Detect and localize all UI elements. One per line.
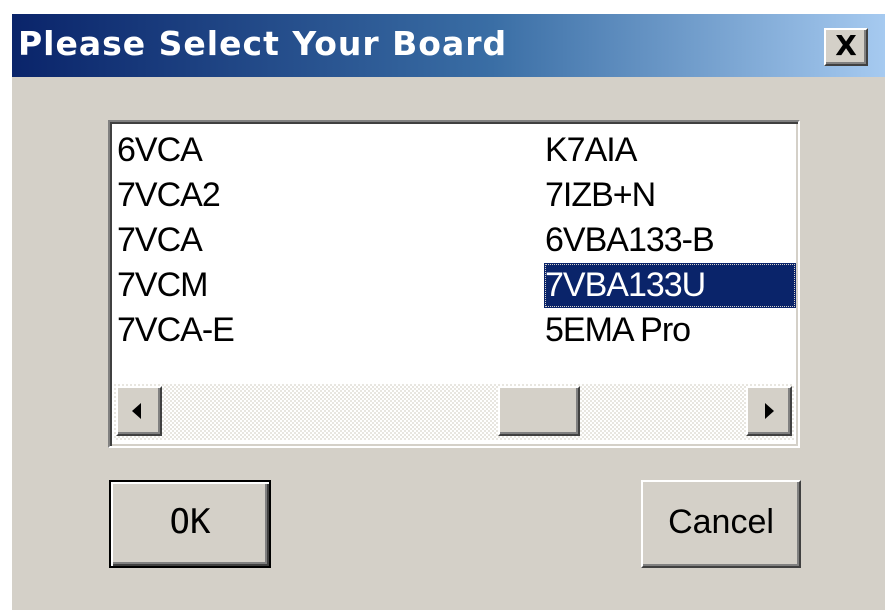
board-list-column-left: 6VCA 7VCA2 7VCA 7VCM 7VCA-E [116,128,416,353]
board-list-area: 6VCA 7VCA2 7VCA 7VCM 7VCA-E K7AIA 7IZB+N… [114,128,798,384]
scrollbar-thumb[interactable] [498,386,580,436]
title-bar[interactable]: Please Select Your Board X [12,14,885,77]
ok-button[interactable]: OK [109,480,271,568]
list-item-selected[interactable]: 7VBA133U [544,263,796,308]
scroll-right-button[interactable] [746,386,792,436]
board-list-column-right: K7AIA 7IZB+N 6VBA133-B 7VBA133U 5EMA Pro [544,128,796,353]
list-item[interactable]: 7IZB+N [544,173,796,218]
cancel-button[interactable]: Cancel [641,480,801,568]
list-item[interactable]: 6VCA [116,128,416,173]
arrow-left-icon [132,403,141,419]
list-item[interactable]: 5EMA Pro [544,308,796,353]
list-item[interactable]: 6VBA133-B [544,218,796,263]
list-item[interactable]: 7VCA2 [116,173,416,218]
list-item[interactable]: 7VCA [116,218,416,263]
board-select-dialog: Please Select Your Board X 6VCA 7VCA2 7V… [12,14,885,610]
board-listbox[interactable]: 6VCA 7VCA2 7VCA 7VCM 7VCA-E K7AIA 7IZB+N… [108,120,800,448]
close-button[interactable]: X [824,28,868,66]
list-item[interactable]: 7VCM [116,263,416,308]
arrow-right-icon [765,403,774,419]
scroll-left-button[interactable] [116,386,162,436]
window-title: Please Select Your Board [18,24,508,63]
list-item[interactable]: K7AIA [544,128,796,173]
close-icon: X [835,29,857,62]
list-item[interactable]: 7VCA-E [116,308,416,353]
horizontal-scrollbar[interactable] [114,384,794,440]
